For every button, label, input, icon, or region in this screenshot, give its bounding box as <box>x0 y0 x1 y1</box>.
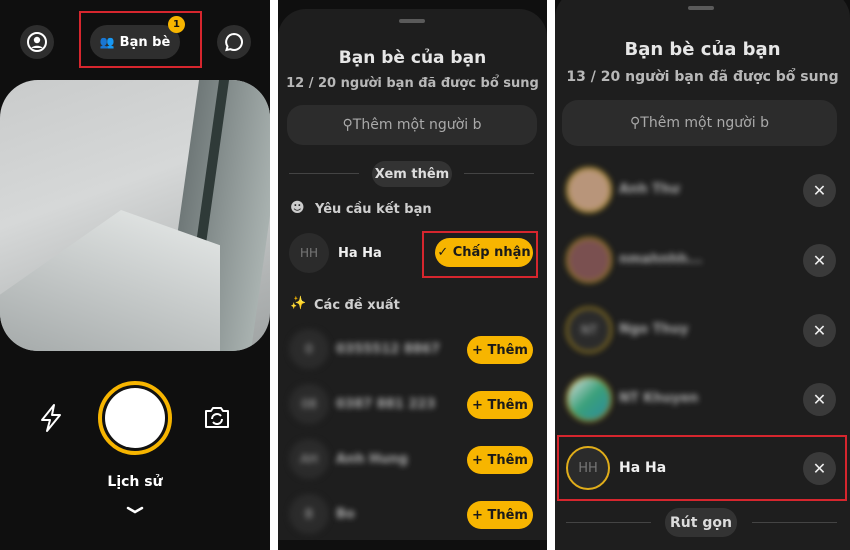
friend-name: Ngo Thuy <box>619 322 689 337</box>
divider <box>464 173 534 174</box>
add-button[interactable]: + Thêm <box>467 391 533 419</box>
search-icon: ⚲ <box>342 117 353 133</box>
avatar: 08 <box>289 384 329 424</box>
friends-list-screen: Bạn bè của bạn 13 / 20 người bạn đã được… <box>555 0 850 550</box>
suggestions-header: Các đề xuất <box>314 298 400 313</box>
chevron-down-icon[interactable] <box>125 500 145 519</box>
avatar <box>566 376 612 422</box>
remove-friend-button[interactable]: ✕ <box>803 174 836 207</box>
flash-button[interactable] <box>38 403 64 437</box>
search-icon: ⚲ <box>630 115 641 131</box>
flash-icon <box>41 404 61 432</box>
suggestion-name: 0387 881 223 <box>336 397 436 412</box>
see-more-button[interactable]: Xem thêm <box>372 161 452 187</box>
friends-sheet: Bạn bè của bạn 12 / 20 người bạn đã được… <box>278 9 547 550</box>
friend-name: NT Khuyen <box>619 391 699 406</box>
add-friend-search[interactable]: ⚲ Thêm một người b <box>287 105 537 145</box>
search-placeholder: Thêm một người b <box>640 115 769 131</box>
close-icon: ✕ <box>812 390 827 409</box>
close-icon: ✕ <box>812 321 827 340</box>
search-placeholder: Thêm một người b <box>352 117 482 133</box>
sheet-handle[interactable] <box>399 19 425 23</box>
shutter-icon <box>105 388 165 448</box>
avatar: HH <box>289 233 329 273</box>
avatar: 0 <box>289 329 329 369</box>
add-button[interactable]: + Thêm <box>467 446 533 474</box>
sheet-title: Bạn bè của bạn <box>338 48 487 68</box>
history-label[interactable]: Lịch sử <box>0 474 270 490</box>
chat-icon <box>225 32 243 52</box>
remove-friend-button[interactable]: ✕ <box>803 314 836 347</box>
divider <box>289 173 359 174</box>
avatar <box>566 167 612 213</box>
request-name: Ha Ha <box>338 246 382 261</box>
profile-button[interactable] <box>20 25 54 59</box>
suggestion-name: Anh Hung <box>336 452 408 467</box>
friend-name: Anh Thư <box>619 182 680 197</box>
shutter-button[interactable] <box>98 381 172 455</box>
add-button[interactable]: + Thêm <box>467 336 533 364</box>
camera-preview[interactable] <box>0 80 270 351</box>
profile-icon <box>27 32 47 52</box>
sheet-subtitle: 13 / 20 người bạn đã được bổ sung <box>566 69 839 85</box>
collapse-button[interactable]: Rút gọn <box>665 508 737 537</box>
friend-requests-icon: ☻ <box>290 200 305 216</box>
add-button[interactable]: + Thêm <box>467 501 533 529</box>
highlight-box <box>422 231 538 278</box>
avatar: B <box>289 494 329 534</box>
avatar <box>566 237 612 283</box>
friend-name: nmahnhh... <box>619 252 703 267</box>
remove-friend-button[interactable]: ✕ <box>803 244 836 277</box>
flip-camera-button[interactable] <box>203 404 231 434</box>
remove-friend-button[interactable]: ✕ <box>803 383 836 416</box>
sheet-subtitle: 12 / 20 người bạn đã được bổ sung <box>286 76 539 91</box>
highlight-box <box>557 435 847 501</box>
camera-screen: 👥 Bạn bè 1 Lịch sử <box>0 0 270 550</box>
suggestion-name: Bo <box>336 507 355 522</box>
friends-request-screen: Bạn bè của bạn 12 / 20 người bạn đã được… <box>278 0 547 550</box>
sparkles-icon: ✨ <box>290 296 307 311</box>
close-icon: ✕ <box>812 251 827 270</box>
chat-button[interactable] <box>217 25 251 59</box>
friend-requests-header: Yêu cầu kết bạn <box>315 202 432 217</box>
sheet-title: Bạn bè của bạn <box>624 39 781 60</box>
avatar: NT <box>566 307 612 353</box>
flip-camera-icon <box>205 407 229 428</box>
divider <box>752 522 837 523</box>
close-icon: ✕ <box>812 181 827 200</box>
sheet-handle[interactable] <box>688 6 714 10</box>
suggestion-name: 0355512 8867 <box>336 342 441 357</box>
divider <box>566 522 651 523</box>
highlight-box <box>79 11 202 68</box>
add-friend-search[interactable]: ⚲ Thêm một người b <box>562 100 837 146</box>
avatar: AH <box>289 439 329 479</box>
